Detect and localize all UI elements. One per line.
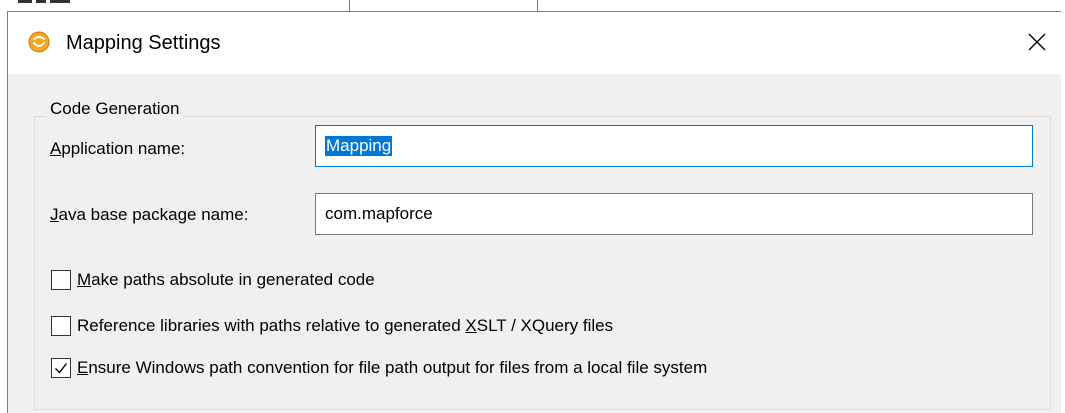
java-package-value: com.mapforce	[325, 204, 433, 223]
checkbox-box[interactable]	[51, 316, 71, 336]
close-button[interactable]	[1017, 22, 1057, 62]
reference-libraries-checkbox[interactable]: Reference libraries with paths relative …	[51, 315, 613, 337]
checkbox-label: Reference libraries with paths relative …	[77, 315, 613, 337]
background-divider	[349, 0, 350, 11]
background-text-fragment	[18, 0, 32, 3]
groupbox-legend: Code Generation	[46, 98, 184, 120]
mapping-settings-dialog: Mapping Settings Code Generation Applica…	[7, 11, 1061, 413]
label-mnemonic: M	[77, 270, 92, 289]
ensure-windows-path-checkbox[interactable]: Ensure Windows path convention for file …	[51, 357, 707, 379]
java-package-label: Java base package name:	[50, 204, 248, 226]
background-text-fragment	[50, 0, 70, 3]
window-title: Mapping Settings	[66, 32, 221, 54]
label-text: ava base package name:	[58, 205, 249, 224]
label-text: SLT / XQuery files	[476, 316, 614, 335]
java-package-input[interactable]: com.mapforce	[315, 193, 1033, 235]
make-paths-absolute-checkbox[interactable]: Make paths absolute in generated code	[51, 269, 375, 291]
label-mnemonic: E	[77, 358, 89, 377]
label-mnemonic: X	[465, 316, 477, 335]
checkbox-box[interactable]	[51, 270, 71, 290]
application-name-value: Mapping	[325, 136, 393, 156]
title-bar[interactable]: Mapping Settings	[8, 12, 1061, 74]
label-text: ake paths absolute in generated code	[91, 270, 375, 289]
checkbox-label: Make paths absolute in generated code	[77, 269, 375, 291]
mapforce-app-icon	[28, 31, 50, 53]
background-text-fragment	[36, 0, 46, 3]
checkbox-label: Ensure Windows path convention for file …	[77, 357, 707, 379]
label-mnemonic: A	[50, 139, 62, 158]
label-text-before: Reference libraries with paths relative …	[77, 316, 466, 335]
label-mnemonic: J	[50, 205, 59, 224]
label-text: pplication name:	[61, 139, 186, 158]
checkbox-box[interactable]	[51, 358, 71, 378]
background-divider	[537, 0, 538, 11]
application-name-input[interactable]: Mapping	[315, 125, 1033, 167]
close-icon	[1028, 33, 1046, 51]
checkmark-icon	[55, 363, 68, 374]
application-name-label: Application name:	[50, 138, 185, 160]
label-text: nsure Windows path convention for file p…	[88, 358, 708, 377]
